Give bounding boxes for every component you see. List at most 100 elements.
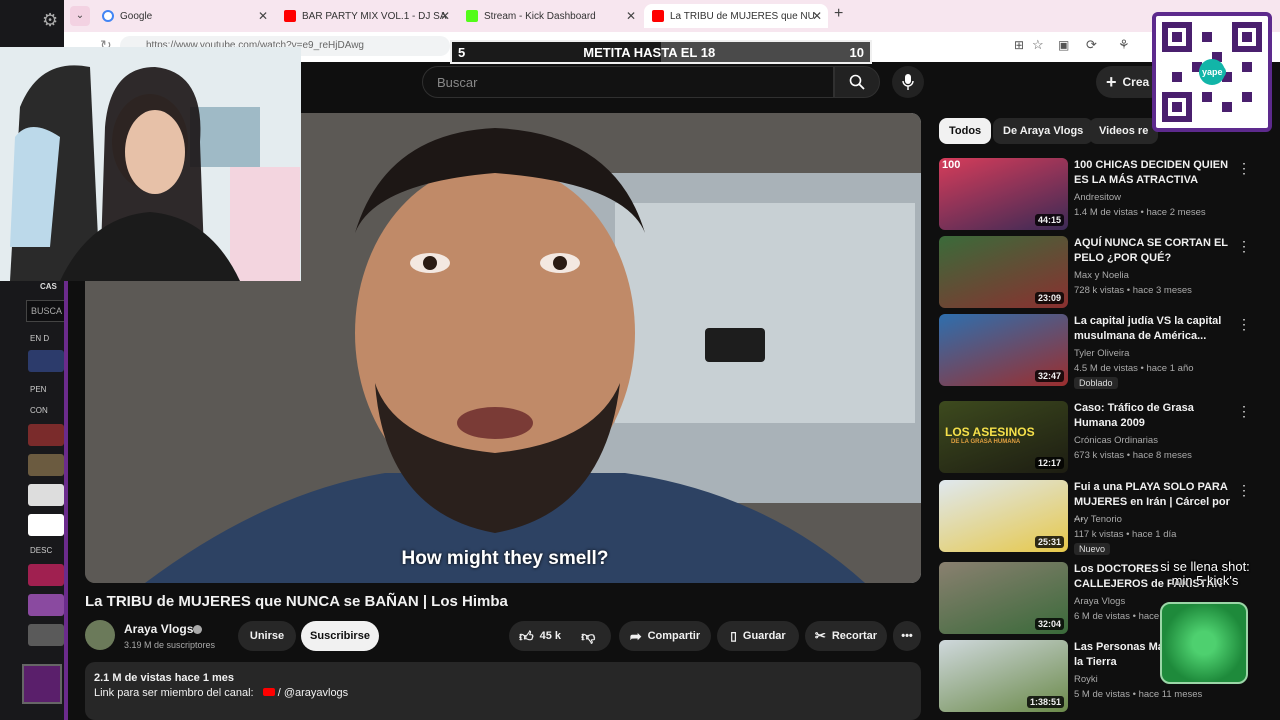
more-actions-icon[interactable]: ••• <box>893 621 921 651</box>
yape-logo: yape <box>1199 66 1226 78</box>
sidebar-item-channel-5[interactable] <box>28 514 64 536</box>
gear-icon[interactable]: ⚙ <box>42 10 58 31</box>
like-count[interactable]: 45 k <box>540 630 561 642</box>
recommendation-channel[interactable]: Tyler Oliveira <box>1074 346 1129 361</box>
close-icon[interactable]: ✕ <box>626 9 636 23</box>
search-input[interactable]: Buscar <box>422 66 834 98</box>
goal-end: 10 <box>849 44 864 60</box>
video-thumbnail[interactable]: 100 44:15 <box>939 158 1068 230</box>
star-icon[interactable]: ☆ <box>1032 37 1044 53</box>
sidebar-item-channel-1[interactable] <box>28 350 64 372</box>
video-duration: 44:15 <box>1034 214 1064 226</box>
search-icon <box>849 74 865 90</box>
recommendation-item[interactable]: 25:31 Fui a una PLAYA SOLO PARA MUJERES … <box>939 480 1259 555</box>
video-thumbnail[interactable]: LOS ASESINOS DE LA GRASA HUMANA 12:17 <box>939 401 1068 473</box>
subscribe-button[interactable]: Suscribirse <box>301 621 379 651</box>
sidebar-item-channel-7[interactable] <box>28 594 64 616</box>
share-icon: ➦ <box>629 627 642 644</box>
clip-button[interactable]: ✂ Recortar <box>805 621 887 651</box>
recommendation-title[interactable]: AQUÍ NUNCA SE CORTAN EL PELO ¿POR QUÉ? <box>1074 236 1234 266</box>
sidebar-section-en-d[interactable]: EN D <box>30 334 49 343</box>
video-thumbnail[interactable]: 1:38:51 <box>939 640 1068 712</box>
video-duration: 12:17 <box>1034 457 1064 469</box>
video-thumbnail[interactable]: 32:47 <box>939 314 1068 386</box>
extension-icon[interactable]: ▣ <box>1058 38 1069 52</box>
youtube-logo-icon <box>262 688 275 696</box>
recommendation-channel[interactable]: Ary Tenorio <box>1074 512 1122 527</box>
sidebar-search-input[interactable]: BUSCA <box>26 300 66 322</box>
sidebar-section-desc[interactable]: DESC <box>30 546 52 555</box>
sync-icon[interactable]: ⟳ <box>1086 37 1097 53</box>
thumbs-up-icon[interactable]: 👍︎ <box>519 628 534 645</box>
voice-search-button[interactable] <box>892 66 924 98</box>
more-vert-icon[interactable]: ⋮ <box>1237 403 1251 420</box>
close-icon[interactable]: ✕ <box>258 9 268 23</box>
search-button[interactable] <box>834 66 880 98</box>
subscriber-count: 3.19 M de suscriptores <box>124 640 216 650</box>
close-icon[interactable]: ✕ <box>440 9 450 23</box>
sidebar-item-channel-2[interactable] <box>28 424 64 446</box>
more-vert-icon[interactable]: ⋮ <box>1237 316 1251 333</box>
sidebar-section-con[interactable]: CON <box>30 406 48 415</box>
youtube-icon <box>652 10 664 22</box>
recommendation-title[interactable]: La capital judía VS la capital musulmana… <box>1074 314 1234 344</box>
tab-kick-dashboard[interactable]: Stream - Kick Dashboard ✕ <box>458 4 642 28</box>
recommendation-channel[interactable]: Crónicas Ordinarias <box>1074 433 1158 448</box>
recommendation-item[interactable]: 23:09 AQUÍ NUNCA SE CORTAN EL PELO ¿POR … <box>939 236 1259 310</box>
channel-name[interactable]: Araya Vlogs <box>124 622 193 636</box>
channel-link[interactable]: / @arayavlogs <box>278 687 348 699</box>
bookmark-icon: ▯ <box>730 629 737 643</box>
streamer-avatar[interactable] <box>22 664 62 704</box>
video-thumbnail[interactable]: 25:31 <box>939 480 1068 552</box>
more-vert-icon[interactable]: ⋮ <box>1237 238 1251 255</box>
google-icon <box>102 10 114 22</box>
thumbnail-text: 100 <box>942 159 961 171</box>
recommendation-item[interactable]: 32:47 La capital judía VS la capital mus… <box>939 314 1259 389</box>
video-duration: 25:31 <box>1034 536 1064 548</box>
description-box[interactable]: 2.1 M de vistas hace 1 mes Link para ser… <box>85 662 921 720</box>
more-vert-icon[interactable]: ⋮ <box>1237 160 1251 177</box>
channel-avatar[interactable] <box>85 620 115 650</box>
tab-search-icon[interactable]: ⌄ <box>70 6 90 26</box>
video-subtitle: How might they smell? <box>401 548 609 569</box>
shot-glass-icon <box>1160 602 1248 684</box>
dubbed-badge: Doblado <box>1074 377 1118 389</box>
more-vert-icon[interactable]: ⋮ <box>1237 482 1251 499</box>
tab-tribu-active[interactable]: La TRIBU de MUJERES que NU ✕ <box>644 4 828 28</box>
chip-videos-relacionados[interactable]: Videos re <box>1089 118 1159 144</box>
recommendation-item[interactable]: 100 44:15 100 CHICAS DECIDEN QUIEN ES LA… <box>939 158 1259 232</box>
goal-progress-bar: 5 METITA HASTA EL 18 10 <box>450 40 872 64</box>
video-duration: 32:04 <box>1034 618 1064 630</box>
thumbs-down-icon[interactable]: 👎︎ <box>581 628 595 645</box>
join-button[interactable]: Unirse <box>238 621 296 651</box>
recommendation-channel[interactable]: Royki <box>1074 672 1098 687</box>
save-button[interactable]: ▯ Guardar <box>717 621 799 651</box>
sidebar-item-channel-3[interactable] <box>28 454 64 476</box>
chip-de-araya-vlogs[interactable]: De Araya Vlogs <box>993 118 1094 144</box>
sidebar-section-pen[interactable]: PEN <box>30 385 46 394</box>
recommendation-channel[interactable]: Andresitow <box>1074 190 1121 205</box>
recommendation-meta: 4.5 M de vistas • hace 1 año <box>1074 363 1194 374</box>
close-icon[interactable]: ✕ <box>812 9 822 23</box>
new-tab-button[interactable]: + <box>834 5 843 23</box>
profile-icon[interactable]: ⚘ <box>1118 37 1130 53</box>
shot-note: si se llena shot: min 5 kick's <box>1160 559 1250 588</box>
recommendation-item[interactable]: LOS ASESINOS DE LA GRASA HUMANA 12:17 Ca… <box>939 401 1259 475</box>
tab-google[interactable]: Google ✕ <box>94 4 274 28</box>
webcam-overlay <box>0 47 301 281</box>
sidebar-item-channel-6[interactable] <box>28 564 64 586</box>
tab-bar-party[interactable]: BAR PARTY MIX VOL.1 - DJ SA ✕ <box>276 4 456 28</box>
recommendation-title[interactable]: Caso: Tráfico de Grasa Humana 2009 <box>1074 401 1234 431</box>
video-thumbnail[interactable]: 32:04 <box>939 562 1068 634</box>
share-button[interactable]: ➦ Compartir <box>619 621 711 651</box>
recommendation-meta: 1.4 M de vistas • hace 2 meses <box>1074 207 1206 218</box>
sidebar-item-channel-8[interactable] <box>28 624 64 646</box>
goal-start: 5 <box>458 44 466 60</box>
chip-todos[interactable]: Todos <box>939 118 992 144</box>
recommendation-channel[interactable]: Max y Noelia <box>1074 268 1129 283</box>
sidebar-item-channel-4[interactable] <box>28 484 64 506</box>
recommendation-channel[interactable]: Araya Vlogs <box>1074 594 1125 609</box>
apps-icon[interactable]: ⊞ <box>1014 38 1024 52</box>
recommendation-title[interactable]: 100 CHICAS DECIDEN QUIEN ES LA MÁS ATRAC… <box>1074 158 1234 188</box>
video-thumbnail[interactable]: 23:09 <box>939 236 1068 308</box>
